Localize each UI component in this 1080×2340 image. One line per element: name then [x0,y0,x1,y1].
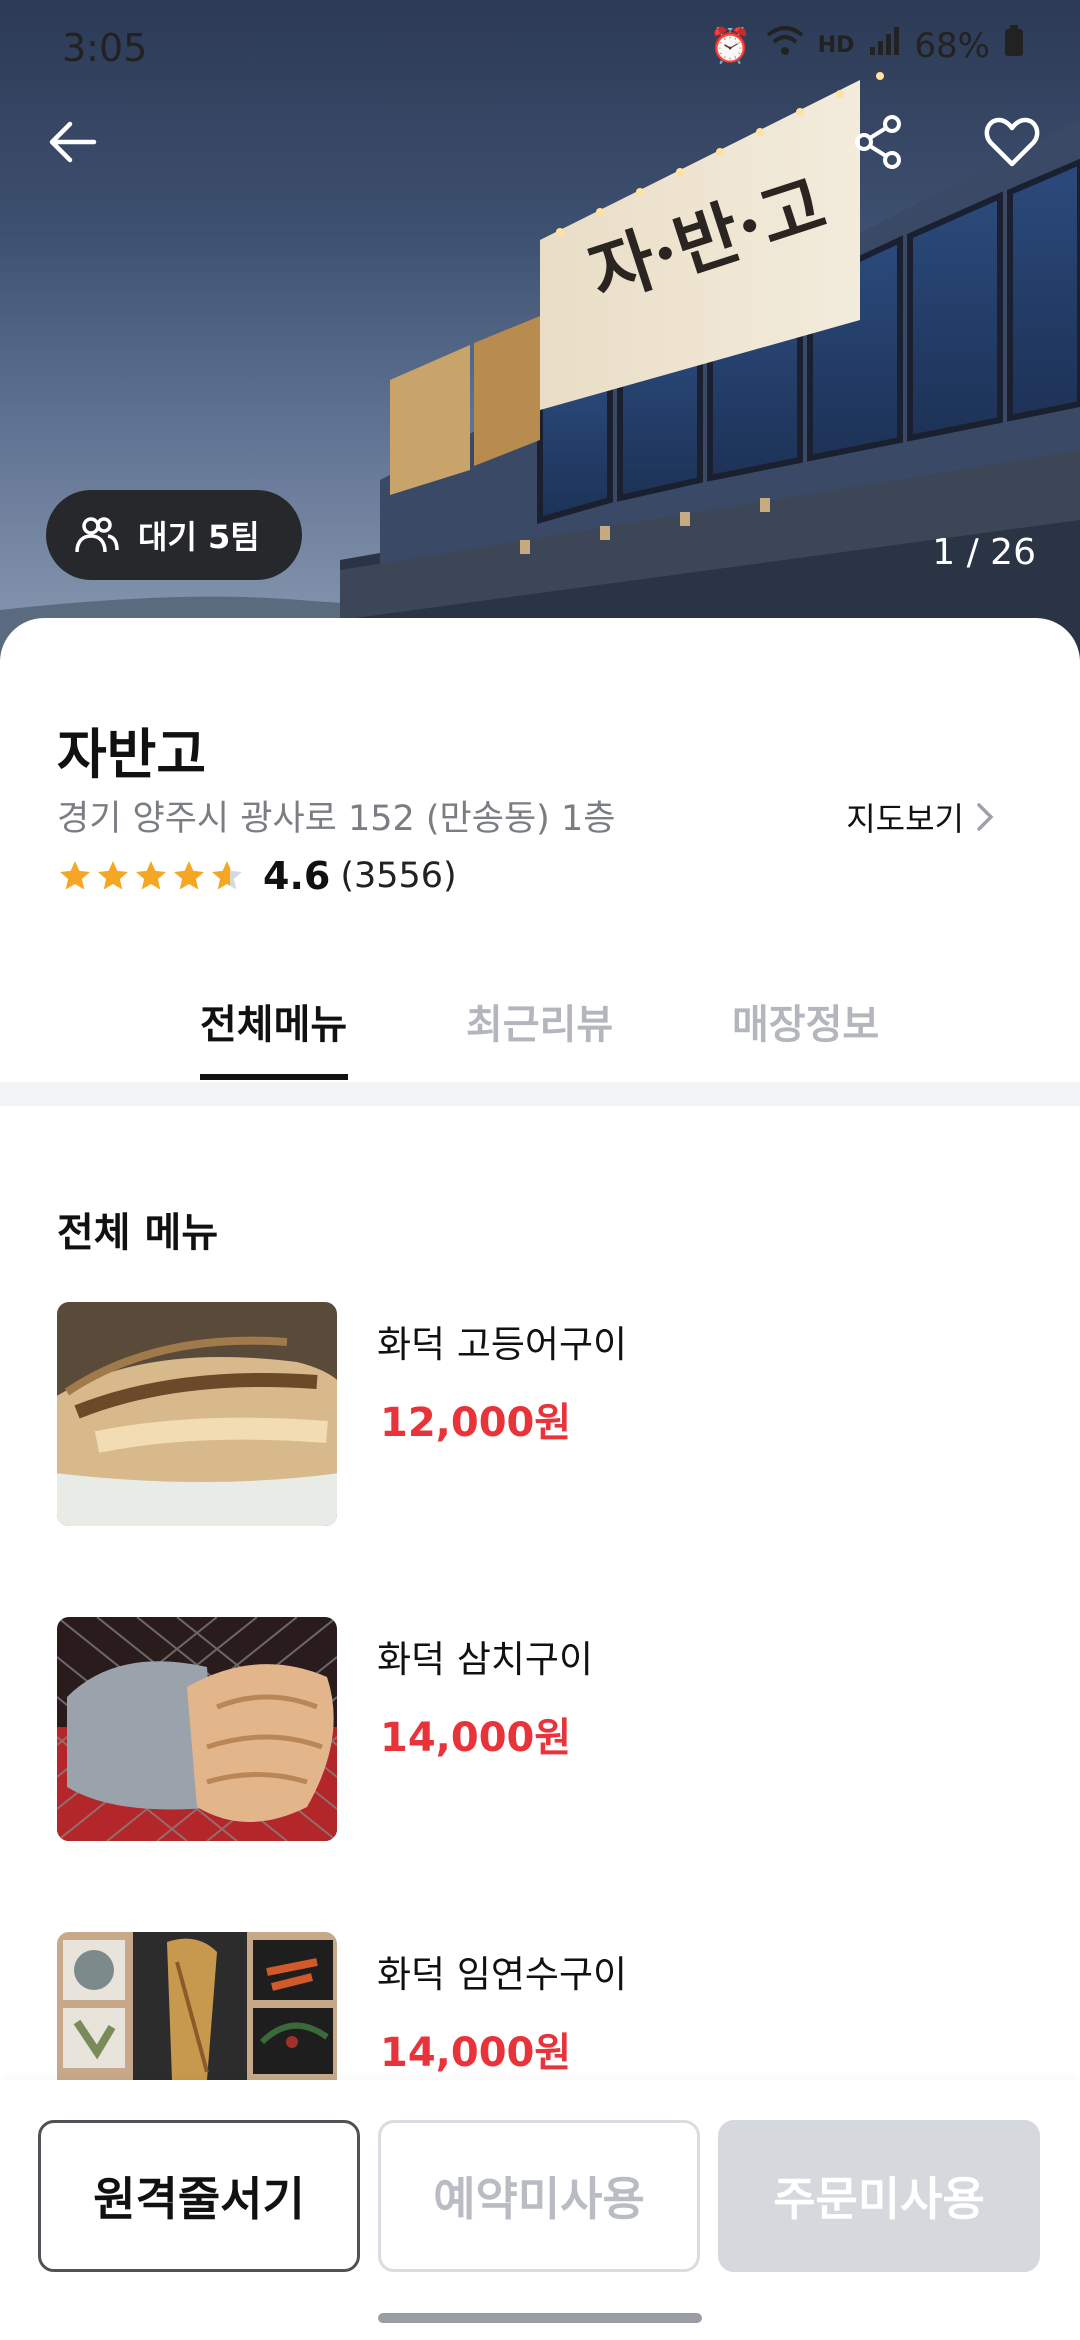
menu-item-price: 14,000원 [380,2030,572,2076]
battery-percent: 68% [914,26,990,66]
wait-badge: 대기 5팀 [46,490,302,580]
map-view-link[interactable]: 지도보기 [846,794,994,840]
hero-image[interactable]: 자·반·고 3:05 ⏰ HD 68% 대기 5팀 1 / 26 [0,0,1080,660]
menu-item-name: 화덕 삼치구이 [377,1638,594,1681]
tab-store-info[interactable]: 매장정보 [732,992,879,1088]
section-divider [0,1082,1080,1106]
menu-item-image [57,1932,337,2080]
menu-item-name: 화덕 고등어구이 [377,1323,628,1366]
map-view-label: 지도보기 [846,800,964,838]
share-button[interactable] [838,102,918,182]
status-icons: ⏰ HD 68% [709,24,1024,68]
signal-icon [868,24,900,68]
heart-icon [984,117,1040,167]
order-button[interactable]: 주문미사용 [718,2120,1040,2272]
store-address: 경기 양주시 광사로 152 (만송동) 1층 [57,799,616,839]
people-icon [75,517,119,553]
star-icon [136,861,166,890]
menu-item-image [57,1302,337,1526]
review-count: (3556) [340,856,457,896]
back-button[interactable] [32,102,112,182]
hd-voice-icon: HD [817,33,855,58]
battery-icon [1004,24,1024,68]
star-icon [98,861,128,890]
menu-item[interactable]: 화덕 고등어구이 12,000원 [57,1302,1037,1526]
tab-bar: 전체메뉴 최근리뷰 매장정보 [0,962,1080,1058]
tab-recent-reviews[interactable]: 최근리뷰 [466,992,613,1088]
store-info-sheet: 자반고 경기 양주시 광사로 152 (만송동) 1층 지도보기 4.6 (35… [0,618,1080,1080]
wait-badge-label: 대기 5팀 [138,518,260,556]
status-time: 3:05 [62,26,148,70]
menu-item-price: 12,000원 [380,1400,572,1446]
store-name: 자반고 [57,723,207,786]
back-arrow-icon [49,121,97,163]
star-icon [60,861,90,890]
menu-item-name: 화덕 임연수구이 [377,1953,628,1996]
bottom-action-bar: 원격줄서기 예약미사용 주문미사용 [0,2080,1080,2340]
status-bar: 3:05 ⏰ HD 68% [0,0,1080,100]
menu-item-price: 14,000원 [380,1715,572,1761]
remote-queue-button[interactable]: 원격줄서기 [38,2120,360,2272]
home-indicator[interactable] [378,2313,702,2323]
star-icon [174,861,204,890]
reservation-button[interactable]: 예약미사용 [378,2120,700,2272]
chevron-right-icon [977,803,994,831]
rating-score: 4.6 [263,854,331,898]
menu-item[interactable]: 화덕 삼치구이 14,000원 [57,1617,1037,1841]
alarm-icon: ⏰ [709,26,752,66]
share-icon [855,115,901,169]
rating-row[interactable]: 4.6 (3556) [57,854,457,898]
star-half-icon [212,861,242,890]
photo-counter: 1 / 26 [932,532,1036,573]
active-tab-indicator [200,1074,348,1080]
wifi-icon [766,24,804,68]
menu-item-image [57,1617,337,1841]
favorite-button[interactable] [972,102,1052,182]
menu-section-title: 전체 메뉴 [57,1210,219,1256]
star-rating [57,858,245,894]
